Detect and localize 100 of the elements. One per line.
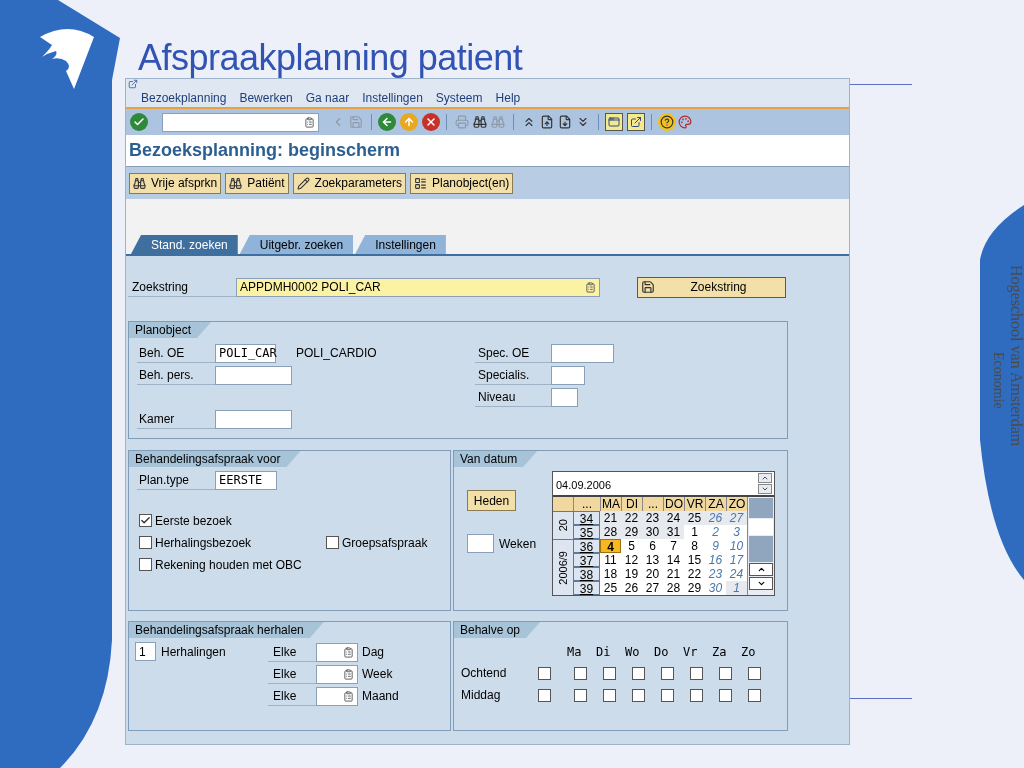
scroll-down-icon[interactable] — [749, 577, 773, 590]
weekday-header: ZA — [705, 497, 726, 511]
checkbox[interactable] — [139, 558, 152, 571]
today-button[interactable]: Heden — [467, 490, 516, 511]
calendar-day[interactable]: 31 — [663, 525, 684, 539]
checkbox[interactable] — [719, 666, 732, 680]
week-number[interactable]: 38 — [573, 567, 600, 581]
menu-item[interactable]: Bezoekplanning — [141, 89, 227, 107]
calendar-day[interactable]: 26 — [705, 511, 726, 525]
screen-title: Bezoeksplanning: beginscherm — [129, 139, 401, 162]
cancel-icon[interactable] — [422, 113, 440, 131]
repetitions-field[interactable]: 1 — [135, 642, 156, 661]
weekday-header: VR — [684, 497, 705, 511]
checkbox[interactable] — [538, 688, 551, 702]
checkbox[interactable] — [661, 688, 674, 702]
weekday-header: ... — [573, 497, 600, 511]
checkbox[interactable] — [748, 666, 761, 680]
checkbox[interactable] — [139, 536, 152, 549]
calendar-day[interactable]: 4 — [600, 539, 621, 553]
checkbox[interactable] — [603, 666, 616, 680]
window-icon[interactable] — [128, 79, 138, 89]
tab[interactable]: Instellingen — [355, 235, 446, 254]
search-string-button[interactable]: Zoekstring — [637, 276, 786, 298]
command-field[interactable] — [162, 112, 319, 132]
checkbox[interactable] — [690, 688, 703, 702]
scroll-down-icon[interactable] — [758, 484, 772, 494]
calendar-day[interactable]: 27 — [726, 511, 747, 525]
input-field[interactable] — [551, 387, 578, 407]
interval-field[interactable] — [316, 642, 358, 662]
enter-icon[interactable] — [130, 113, 148, 131]
tab[interactable]: Uitgebr. zoeken — [239, 235, 354, 254]
list-icon — [414, 176, 427, 190]
binoculars-icon[interactable] — [471, 113, 489, 131]
checkbox[interactable] — [326, 536, 339, 549]
dropdown-icon[interactable] — [585, 281, 596, 293]
menu-item[interactable]: Ga naar — [305, 89, 350, 107]
back-icon[interactable] — [378, 113, 396, 131]
scroll-up-icon[interactable] — [758, 473, 772, 483]
input-field[interactable]: POLI_CAR — [215, 343, 276, 363]
interval-field[interactable] — [316, 664, 358, 684]
menu-item[interactable]: Help — [495, 89, 521, 107]
scrollbar[interactable] — [747, 497, 774, 595]
week-number[interactable]: 34 — [573, 511, 600, 525]
checkbox[interactable] — [748, 688, 761, 702]
calendar-day[interactable]: 22 — [621, 511, 642, 525]
input-field[interactable] — [215, 365, 292, 385]
window-icon[interactable] — [605, 113, 623, 131]
calendar-day[interactable]: 1 — [726, 581, 747, 595]
weeks-field[interactable] — [467, 534, 494, 553]
toolbar-button[interactable]: Patiënt — [225, 172, 289, 194]
checkbox-label: Herhalingsbezoek — [155, 534, 252, 552]
week-number[interactable]: 39 — [573, 581, 600, 595]
input-field[interactable] — [551, 343, 614, 363]
month-label: 2006/9 — [556, 550, 570, 585]
date-field[interactable]: 04.09.2006 — [553, 472, 758, 495]
checkbox-label: Rekening houden met OBC — [155, 556, 302, 574]
checkbox[interactable] — [574, 666, 587, 680]
menu-item[interactable]: Instellingen — [362, 89, 423, 107]
toolbar-button[interactable]: Vrije afsprkn — [129, 172, 222, 194]
dropdown-icon[interactable] — [343, 668, 354, 680]
checkbox[interactable] — [690, 666, 703, 680]
scroll-up-icon[interactable] — [749, 563, 773, 576]
help-icon[interactable] — [658, 113, 676, 131]
dropdown-icon[interactable] — [304, 116, 315, 128]
toolbar-button[interactable]: Zoekparameters — [292, 172, 406, 194]
checkbox[interactable] — [632, 666, 645, 680]
calendar-day[interactable]: 24 — [663, 511, 684, 525]
checkbox[interactable] — [139, 514, 152, 527]
checkbox[interactable] — [538, 666, 551, 680]
calendar-day[interactable]: 30 — [642, 525, 663, 539]
palette-icon[interactable] — [676, 113, 694, 131]
calendar-day[interactable]: 28 — [600, 525, 621, 539]
checkbox[interactable] — [574, 688, 587, 702]
week-number[interactable]: 36 — [573, 539, 600, 553]
calendar-day[interactable]: 25 — [684, 511, 705, 525]
calendar-day[interactable]: 21 — [600, 511, 621, 525]
checkbox[interactable] — [719, 688, 732, 702]
dropdown-icon[interactable] — [343, 690, 354, 702]
menu-item[interactable]: Systeem — [435, 89, 483, 107]
tab[interactable]: Stand. zoeken — [131, 235, 238, 254]
search-string-field[interactable]: APPDMH0002 POLI_CAR — [236, 277, 600, 297]
input-field[interactable]: EERSTE — [215, 470, 277, 490]
toolbar-button[interactable]: Planobject(en) — [410, 172, 514, 194]
weekday-header: MA — [600, 497, 621, 511]
logo-icon — [38, 27, 96, 91]
menu-item[interactable]: Bewerken — [239, 89, 293, 107]
calendar-day[interactable]: 23 — [642, 511, 663, 525]
checkbox[interactable] — [603, 688, 616, 702]
calendar-day[interactable]: 29 — [621, 525, 642, 539]
scrollbar-thumb[interactable] — [749, 519, 773, 535]
week-number[interactable]: 35 — [573, 525, 600, 539]
weekday-header: Wo — [625, 644, 641, 661]
checkbox[interactable] — [632, 688, 645, 702]
input-field[interactable] — [215, 409, 292, 429]
week-number[interactable]: 37 — [573, 553, 600, 567]
dropdown-icon[interactable] — [343, 646, 354, 658]
input-field[interactable] — [551, 365, 585, 385]
checkbox[interactable] — [661, 666, 674, 680]
shortcut-icon[interactable] — [627, 113, 645, 131]
interval-field[interactable] — [316, 686, 358, 706]
